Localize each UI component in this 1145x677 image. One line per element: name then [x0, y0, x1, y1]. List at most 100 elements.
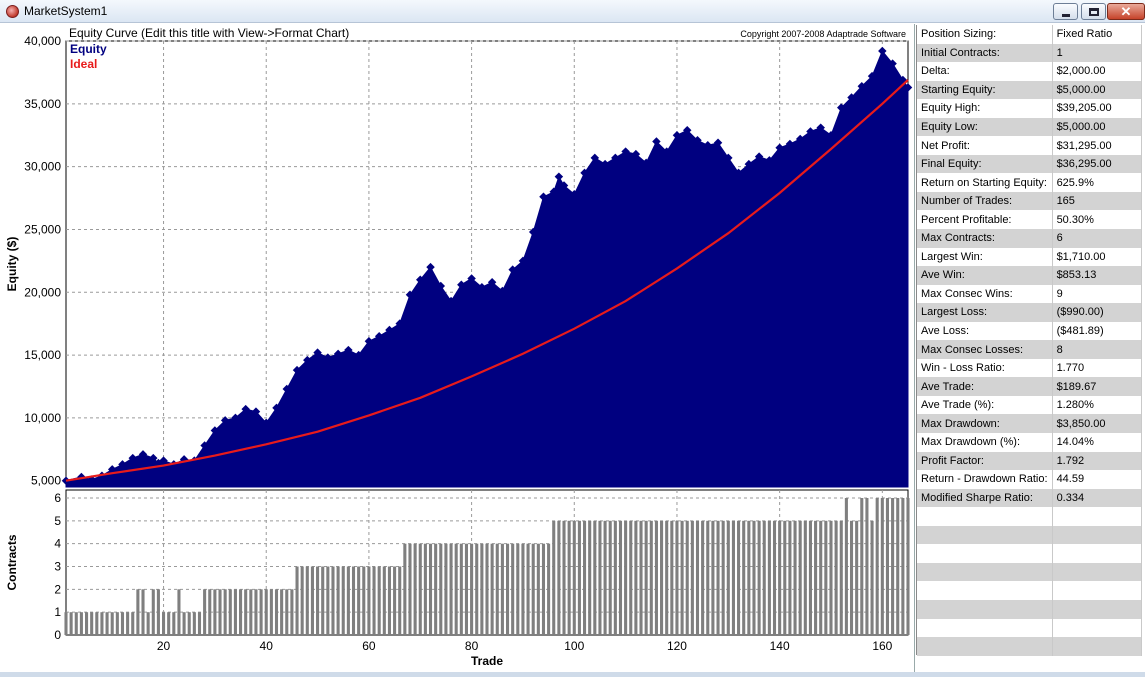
stats-row: Ave Trade (%): 1.280%	[917, 395, 1143, 415]
stat-label: Ave Trade:	[917, 377, 1053, 396]
stat-label: Equity Low:	[917, 117, 1053, 137]
contract-bar	[829, 520, 833, 635]
stat-value: 1	[1052, 43, 1143, 63]
stats-row: Position Sizing: Fixed Ratio	[917, 25, 1143, 44]
legend-equity: Equity	[70, 42, 107, 56]
stats-row: Equity Low: $5,000.00	[917, 117, 1143, 137]
contract-bar	[824, 520, 828, 635]
contract-bar	[162, 612, 166, 635]
window-titlebar: MarketSystem1 ✕	[0, 0, 1145, 23]
contracts-tick-label: 5	[54, 514, 61, 528]
stat-value	[1052, 507, 1143, 526]
contracts-tick-label: 1	[54, 605, 61, 619]
contract-bar	[146, 612, 150, 635]
stat-value: 0.334	[1052, 488, 1143, 508]
contract-bar	[598, 520, 602, 635]
stats-row: Final Equity: $36,295.00	[917, 154, 1143, 174]
contract-bar	[618, 520, 623, 635]
stats-row: Net Profit: $31,295.00	[917, 136, 1143, 155]
app-icon	[6, 5, 19, 18]
stat-value: ($990.00)	[1052, 303, 1143, 322]
contract-bar	[228, 589, 232, 635]
contract-bar	[639, 520, 643, 635]
contract-bar	[557, 520, 561, 635]
contract-bar	[213, 589, 217, 635]
contract-bar	[803, 520, 807, 635]
stat-label: Max Contracts:	[917, 229, 1053, 248]
contract-bar	[428, 543, 433, 635]
stat-label: Initial Contracts:	[917, 43, 1053, 63]
minimize-button[interactable]	[1053, 3, 1078, 20]
contracts-tick-label: 0	[54, 628, 61, 642]
contract-bar	[583, 520, 587, 635]
contract-bar	[423, 543, 427, 635]
stat-value: $1,710.00	[1052, 247, 1143, 267]
contract-bar	[269, 589, 273, 635]
contract-bar	[259, 589, 263, 635]
close-button[interactable]: ✕	[1107, 3, 1145, 20]
equity-axis-label: Equity ($)	[5, 237, 19, 292]
contract-bar	[896, 498, 900, 635]
contract-bar	[644, 520, 648, 635]
contract-bar	[624, 520, 628, 635]
contract-bar	[721, 520, 725, 635]
contract-bar	[742, 520, 746, 635]
contract-bar	[695, 520, 700, 635]
equity-tick-label: 10,000	[24, 411, 61, 425]
stat-value: $189.67	[1052, 377, 1143, 396]
contract-bar	[120, 612, 125, 635]
chart-title: Equity Curve (Edit this title with View-…	[69, 26, 349, 40]
contract-bar	[875, 498, 879, 635]
contract-bar	[434, 543, 438, 635]
contract-bar	[737, 520, 741, 635]
stats-row: Modified Sharpe Ratio: 0.334	[917, 488, 1143, 508]
contract-bar	[244, 589, 248, 635]
contract-bar	[891, 498, 895, 635]
contract-bar	[449, 543, 453, 635]
close-icon: ✕	[1120, 4, 1132, 19]
contract-bar	[418, 543, 422, 635]
stat-value	[1052, 562, 1143, 582]
contract-bar	[649, 520, 653, 635]
stat-value: $853.13	[1052, 266, 1143, 285]
stat-value: ($481.89)	[1052, 321, 1143, 341]
stats-row: Win - Loss Ratio: 1.770	[917, 358, 1143, 378]
equity-tick-label: 40,000	[24, 34, 61, 48]
maximize-button[interactable]	[1081, 3, 1106, 20]
trade-axis-label: Trade	[471, 654, 503, 668]
contract-bar	[516, 543, 520, 635]
contract-bar	[603, 520, 607, 635]
stats-row: Ave Win: $853.13	[917, 266, 1143, 285]
contract-bar	[475, 543, 479, 635]
stat-label: Max Drawdown (%):	[917, 433, 1053, 452]
contract-bar	[357, 566, 361, 635]
stat-value	[1052, 618, 1143, 638]
stat-label: Max Consec Losses:	[917, 340, 1053, 359]
stat-value: 1.770	[1052, 358, 1143, 378]
contract-bar	[249, 589, 253, 635]
contract-bar	[126, 612, 130, 635]
contract-bar	[665, 520, 669, 635]
contracts-axis-label: Contracts	[5, 534, 19, 590]
contract-bar	[387, 566, 391, 635]
stat-label: Net Profit:	[917, 136, 1053, 155]
chart-area: 5,000 10,000 15,000 20,000 25,000 30,000 35,00…	[0, 24, 915, 672]
trade-tick-label: 60	[362, 639, 376, 653]
contract-bar	[74, 612, 78, 635]
stat-value	[1052, 544, 1143, 563]
stats-row: Initial Contracts: 1	[917, 43, 1143, 63]
contract-bar	[100, 612, 104, 635]
stat-label: Max Consec Wins:	[917, 284, 1053, 304]
stat-label	[917, 618, 1053, 638]
contract-bar	[752, 520, 756, 635]
contract-bar	[290, 589, 294, 635]
stats-row: Max Consec Losses: 8	[917, 340, 1143, 359]
legend-ideal: Ideal	[70, 57, 97, 71]
stats-row	[917, 581, 1143, 600]
contract-bar	[454, 543, 458, 635]
contract-bar	[208, 589, 212, 635]
contract-bar	[552, 520, 556, 635]
stats-row	[917, 562, 1143, 582]
maximize-icon	[1089, 8, 1099, 16]
contract-bar	[634, 520, 638, 635]
